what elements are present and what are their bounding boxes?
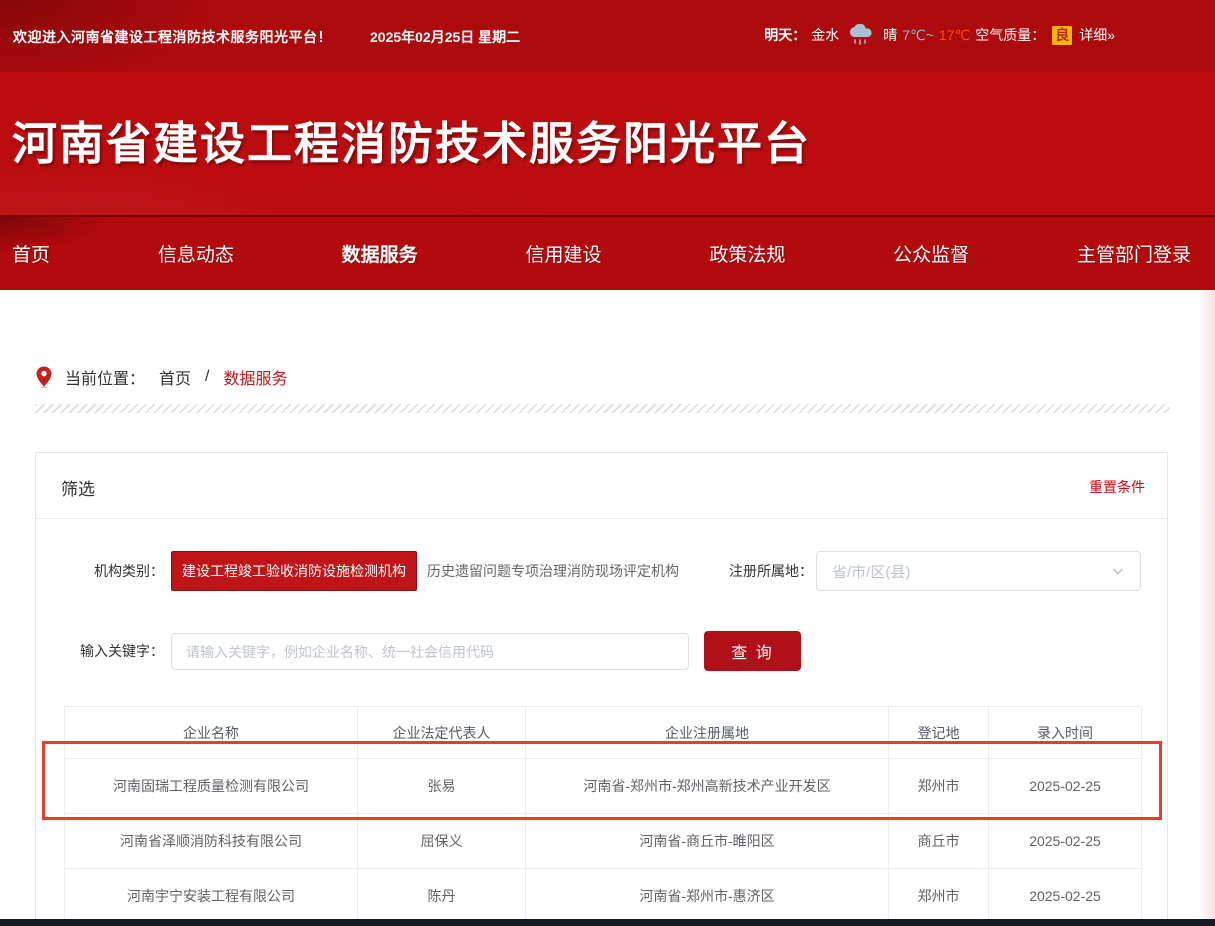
main-nav: 首页 信息动态 数据服务 信用建设 政策法规 公众监督 主管部门登录 xyxy=(0,215,1215,290)
location-pin-icon xyxy=(35,365,53,389)
table-header-cell: 录入时间 xyxy=(989,707,1142,759)
table-row: 河南宇宁安装工程有限公司陈丹河南省-郑州市-惠济区郑州市2025-02-25 xyxy=(65,869,1142,924)
date-text: 2025年02月25日 星期二 xyxy=(370,27,520,47)
table-header-cell: 登记地 xyxy=(889,707,989,759)
table-cell: 河南固瑞工程质量检测有限公司 xyxy=(65,759,358,814)
weather-tomorrow-label: 明天： xyxy=(764,25,806,45)
filter-panel-header: 筛选 重置条件 xyxy=(36,453,1167,519)
filter-panel: 筛选 重置条件 机构类别： 建设工程竣工验收消防设施检测机构历史遗留问题专项治理… xyxy=(35,452,1168,926)
table-cell: 2025-02-25 xyxy=(989,869,1142,924)
keyword-input[interactable] xyxy=(171,633,689,670)
aqi-label: 空气质量： xyxy=(975,25,1045,45)
category-options: 建设工程竣工验收消防设施检测机构历史遗留问题专项治理消防现场评定机构 xyxy=(171,550,679,592)
reset-filters-link[interactable]: 重置条件 xyxy=(1089,477,1145,497)
right-edge-fade xyxy=(1199,290,1215,926)
nav-item-5[interactable]: 政策法规 xyxy=(709,240,785,267)
region-select[interactable]: 省/市/区(县) xyxy=(816,551,1141,591)
page: 欢迎进入河南省建设工程消防技术服务阳光平台！ 2025年02月25日 星期二 明… xyxy=(0,0,1215,926)
table-cell: 陈丹 xyxy=(358,869,526,924)
results-table-wrap: 企业名称企业法定代表人企业注册属地登记地录入时间 河南固瑞工程质量检测有限公司张… xyxy=(64,706,1142,924)
weather-city: 金水 xyxy=(811,25,839,45)
table-header-cell: 企业法定代表人 xyxy=(358,707,526,759)
table-cell: 张易 xyxy=(358,759,526,814)
nav-item-6[interactable]: 公众监督 xyxy=(893,240,969,267)
nav-item-7[interactable]: 主管部门登录 xyxy=(1077,240,1191,267)
category-filter-row: 机构类别： 建设工程竣工验收消防设施检测机构历史遗留问题专项治理消防现场评定机构… xyxy=(36,550,1167,592)
table-header-row: 企业名称企业法定代表人企业注册属地登记地录入时间 xyxy=(65,707,1142,759)
region-label: 注册所属地： xyxy=(683,550,813,592)
keyword-label: 输入关键字： xyxy=(64,630,164,672)
table-cell: 郑州市 xyxy=(889,759,989,814)
breadcrumb: 当前位置： 首页 / 数据服务 xyxy=(35,362,288,392)
nav-item-4[interactable]: 信用建设 xyxy=(525,240,601,267)
table-header-cell: 企业注册属地 xyxy=(526,707,889,759)
welcome-text: 欢迎进入河南省建设工程消防技术服务阳光平台！ xyxy=(13,27,332,47)
table-row: 河南固瑞工程质量检测有限公司张易河南省-郑州市-郑州高新技术产业开发区郑州市20… xyxy=(65,759,1142,814)
table-cell: 郑州市 xyxy=(889,869,989,924)
filter-panel-title: 筛选 xyxy=(61,475,95,500)
table-cell: 2025-02-25 xyxy=(989,759,1142,814)
breadcrumb-home-link[interactable]: 首页 xyxy=(159,365,191,389)
category-option-2[interactable]: 历史遗留问题专项治理消防现场评定机构 xyxy=(427,561,679,581)
topbar: 欢迎进入河南省建设工程消防技术服务阳光平台！ 2025年02月25日 星期二 明… xyxy=(0,0,1215,72)
nav-item-3[interactable]: 数据服务 xyxy=(342,240,418,267)
table-row: 河南省泽顺消防科技有限公司屈保义河南省-商丘市-睢阳区商丘市2025-02-25 xyxy=(65,814,1142,869)
keyword-filter-row: 输入关键字： 查 询 xyxy=(36,630,1167,672)
results-table: 企业名称企业法定代表人企业注册属地登记地录入时间 河南固瑞工程质量检测有限公司张… xyxy=(64,706,1142,924)
breadcrumb-label: 当前位置： xyxy=(65,365,145,389)
table-cell: 商丘市 xyxy=(889,814,989,869)
temp-low: 7℃~ xyxy=(902,27,934,44)
bottom-window-bar xyxy=(0,919,1215,926)
category-option-1[interactable]: 建设工程竣工验收消防设施检测机构 xyxy=(171,551,417,591)
table-header-cell: 企业名称 xyxy=(65,707,358,759)
breadcrumb-current-link[interactable]: 数据服务 xyxy=(223,365,287,389)
region-select-placeholder: 省/市/区(县) xyxy=(832,561,1111,582)
page-title: 河南省建设工程消防技术服务阳光平台 xyxy=(12,107,811,172)
chevron-down-icon xyxy=(1111,564,1125,578)
table-cell: 河南省-郑州市-惠济区 xyxy=(526,869,889,924)
search-button[interactable]: 查 询 xyxy=(704,631,801,671)
table-cell: 河南宇宁安装工程有限公司 xyxy=(65,869,358,924)
nav-item-2[interactable]: 信息动态 xyxy=(158,240,234,267)
breadcrumb-separator: / xyxy=(205,368,209,386)
table-cell: 河南省-商丘市-睢阳区 xyxy=(526,814,889,869)
table-cell: 2025-02-25 xyxy=(989,814,1142,869)
temp-high: 17℃ xyxy=(939,27,970,44)
aqi-badge: 良 xyxy=(1052,26,1072,45)
slash-divider xyxy=(35,404,1170,413)
cloud-drizzle-icon xyxy=(848,24,874,46)
table-cell: 河南省泽顺消防科技有限公司 xyxy=(65,814,358,869)
banner: 河南省建设工程消防技术服务阳光平台 xyxy=(0,72,1215,215)
table-cell: 河南省-郑州市-郑州高新技术产业开发区 xyxy=(526,759,889,814)
category-label: 机构类别： xyxy=(64,550,164,592)
nav-item-1[interactable]: 首页 xyxy=(12,240,50,267)
weather-condition: 晴 xyxy=(883,25,897,45)
table-cell: 屈保义 xyxy=(358,814,526,869)
weather-widget: 明天： 金水 晴 7℃~ 17℃ 空气质量： 良 详细» xyxy=(764,24,1115,46)
weather-detail-link[interactable]: 详细» xyxy=(1079,25,1115,45)
